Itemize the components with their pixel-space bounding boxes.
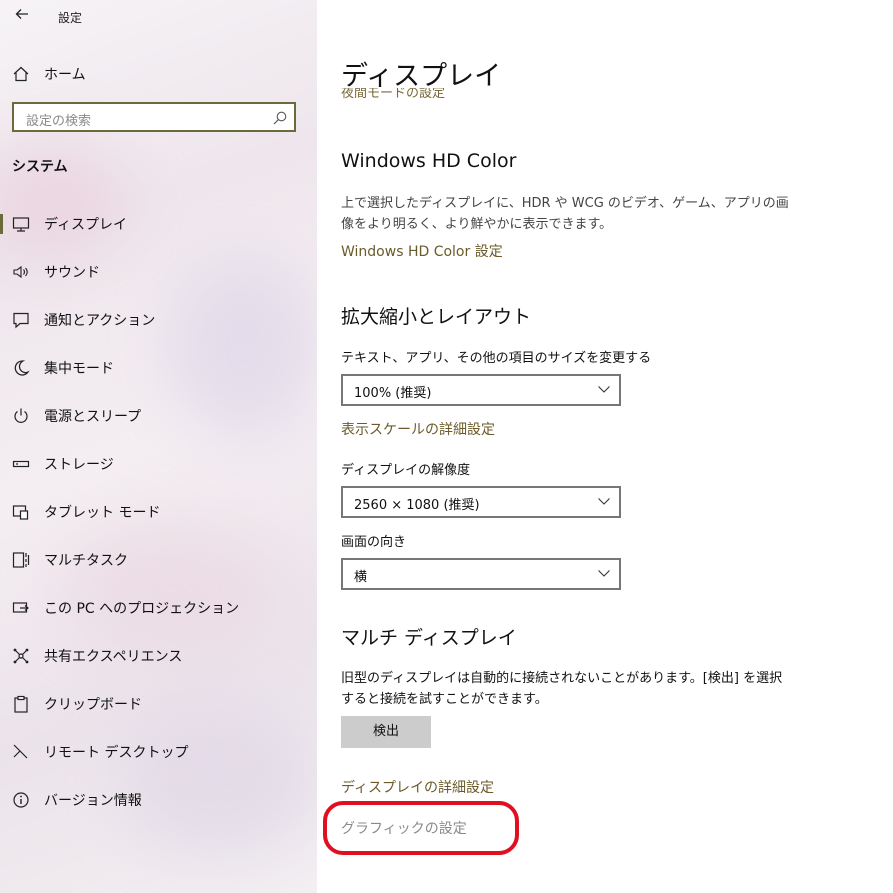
sidebar-item-shared-experiences[interactable]: 共有エクスペリエンス xyxy=(0,639,317,673)
hdr-description: 上で選択したディスプレイに、HDR や WCG のビデオ、ゲーム、アプリの画像を… xyxy=(341,196,789,232)
app-title: 設定 xyxy=(58,11,83,25)
home-icon xyxy=(13,66,29,82)
sidebar-item-label: 集中モード xyxy=(44,361,114,377)
search-icon[interactable] xyxy=(272,110,288,126)
search-box[interactable]: 設定の検索 xyxy=(12,102,296,132)
multitask-icon xyxy=(12,552,30,568)
home-label: ホーム xyxy=(44,67,86,83)
resolution-value: 2560 × 1080 (推奨) xyxy=(354,498,480,513)
multi-display-heading: マルチ ディスプレイ xyxy=(341,627,517,649)
sidebar-item-storage[interactable]: ストレージ xyxy=(0,447,317,481)
search-placeholder: 設定の検索 xyxy=(26,114,92,129)
detect-button[interactable]: 検出 xyxy=(341,716,431,748)
scale-dropdown[interactable]: 100% (推奨) xyxy=(341,374,621,406)
sidebar-item-label: クリップボード xyxy=(44,697,142,713)
sidebar-item-tablet[interactable]: タブレット モード xyxy=(0,495,317,529)
sidebar-item-label: リモート デスクトップ xyxy=(44,745,189,761)
sidebar-item-label: 電源とスリープ xyxy=(44,409,142,425)
home-link[interactable]: ホーム xyxy=(12,62,86,86)
orientation-label: 画面の向き xyxy=(341,535,407,550)
sidebar-item-label: 共有エクスペリエンス xyxy=(44,649,183,665)
storage-icon xyxy=(12,460,30,468)
moon-icon xyxy=(14,360,30,376)
sidebar-item-multitask[interactable]: マルチタスク xyxy=(0,543,317,577)
notification-icon xyxy=(13,312,29,329)
chevron-down-icon xyxy=(598,498,610,505)
sidebar-item-label: タブレット モード xyxy=(44,505,161,521)
clipboard-icon xyxy=(14,695,28,713)
sidebar-item-projection[interactable]: この PC へのプロジェクション xyxy=(0,591,317,625)
sidebar-item-notifications[interactable]: 通知とアクション xyxy=(0,303,317,337)
resolution-label: ディスプレイの解像度 xyxy=(341,463,471,478)
back-arrow-icon[interactable] xyxy=(10,5,34,27)
share-icon xyxy=(13,648,29,664)
red-highlight-circle xyxy=(323,801,519,855)
sidebar-item-label: ディスプレイ xyxy=(44,217,128,233)
background-blob xyxy=(120,700,317,860)
hd-color-settings-link[interactable]: Windows HD Color 設定 xyxy=(341,241,503,261)
orientation-dropdown[interactable]: 横 xyxy=(341,558,621,590)
section-title: システム xyxy=(12,159,68,175)
title-bar: 設定 xyxy=(0,0,317,34)
sidebar-item-label: この PC へのプロジェクション xyxy=(44,601,240,617)
sidebar-item-focus[interactable]: 集中モード xyxy=(0,351,317,385)
night-light-link-text: 夜間モードの設定 xyxy=(341,88,446,100)
power-icon xyxy=(14,408,28,423)
sidebar-item-label: バージョン情報 xyxy=(44,793,142,809)
sidebar-item-label: マルチタスク xyxy=(44,553,128,569)
night-light-link[interactable]: 夜間モードの設定 xyxy=(341,88,541,100)
sidebar-item-about[interactable]: バージョン情報 xyxy=(0,783,317,817)
sidebar-item-label: サウンド xyxy=(44,265,100,281)
scale-value: 100% (推奨) xyxy=(354,386,432,401)
speaker-icon xyxy=(13,265,28,279)
display-icon xyxy=(12,217,30,232)
tablet-icon xyxy=(12,505,29,520)
projection-icon xyxy=(12,602,29,613)
info-icon xyxy=(13,792,29,808)
sidebar-item-label: 通知とアクション xyxy=(44,313,156,329)
sidebar-item-remote-desktop[interactable]: リモート デスクトップ xyxy=(0,735,317,769)
text-size-label: テキスト、アプリ、その他の項目のサイズを変更する xyxy=(341,351,652,366)
multi-display-description: 旧型のディスプレイは自動的に接続されないことがあります。[検出] を選択すると接… xyxy=(341,671,783,707)
orientation-value: 横 xyxy=(354,570,368,585)
sidebar-item-clipboard[interactable]: クリップボード xyxy=(0,687,317,721)
hdr-heading: Windows HD Color xyxy=(341,150,517,172)
remote-desktop-icon xyxy=(13,744,28,759)
chevron-down-icon xyxy=(598,386,610,393)
sidebar-item-label: ストレージ xyxy=(44,457,114,473)
main-content: ディスプレイ 夜間モードの設定 Windows HD Color 上で選択したデ… xyxy=(317,0,893,893)
chevron-down-icon xyxy=(598,570,610,577)
resolution-dropdown[interactable]: 2560 × 1080 (推奨) xyxy=(341,486,621,518)
sidebar-item-display[interactable]: ディスプレイ xyxy=(0,207,317,241)
advanced-scaling-link[interactable]: 表示スケールの詳細設定 xyxy=(341,419,495,439)
scale-layout-heading: 拡大縮小とレイアウト xyxy=(341,306,532,328)
advanced-display-link[interactable]: ディスプレイの詳細設定 xyxy=(341,777,494,797)
sidebar-item-sound[interactable]: サウンド xyxy=(0,255,317,289)
sidebar-item-power[interactable]: 電源とスリープ xyxy=(0,399,317,433)
sidebar: 設定 ホーム 設定の検索 システム ディスプレイ サウンド 通知とアクション 集… xyxy=(0,0,317,893)
